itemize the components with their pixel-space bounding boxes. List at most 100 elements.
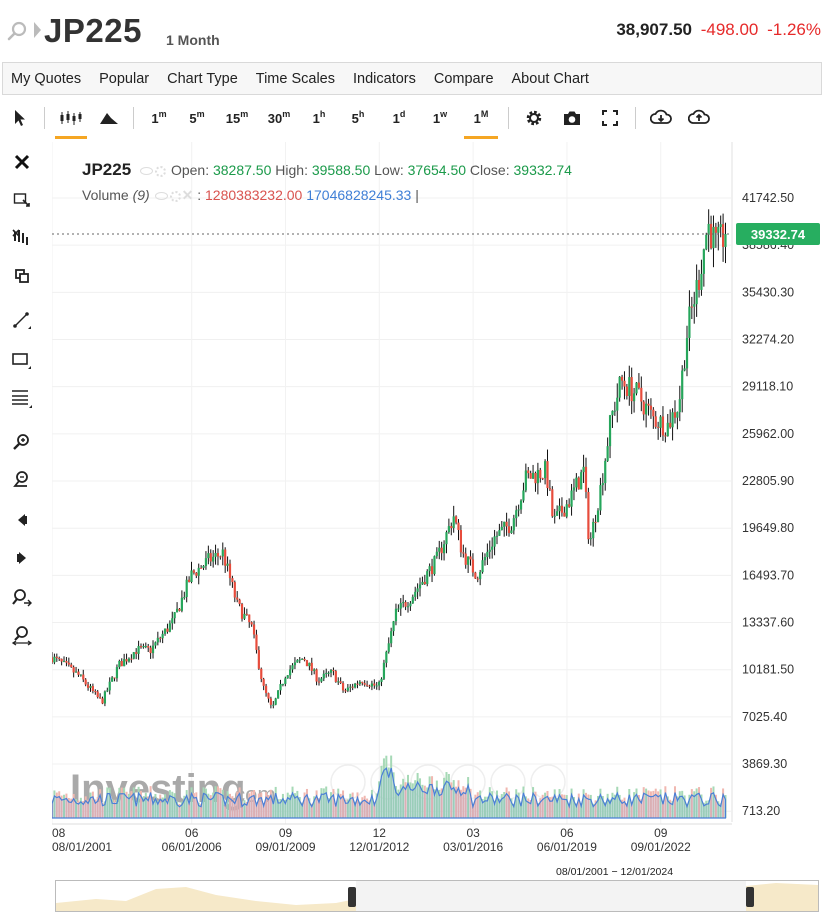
timescale-1w-button[interactable]: 1w <box>420 102 460 134</box>
search-icon[interactable] <box>6 20 28 42</box>
menu-my-quotes[interactable]: My Quotes <box>11 71 81 87</box>
candle-body <box>65 660 68 663</box>
menu-indicators[interactable]: Indicators <box>353 71 416 87</box>
menu-chart-type[interactable]: Chart Type <box>167 71 238 87</box>
eye-icon[interactable] <box>154 192 168 201</box>
candle-body <box>108 681 111 691</box>
candle-body <box>536 469 539 484</box>
candle-body <box>418 584 422 589</box>
navigator-left-handle[interactable] <box>348 887 356 907</box>
caret-right-icon[interactable] <box>34 22 41 38</box>
close-icon[interactable] <box>10 150 34 174</box>
candle-body <box>592 521 595 539</box>
candle-body <box>123 659 126 667</box>
candle-body <box>596 510 600 522</box>
candle-body <box>630 377 633 402</box>
timescale-30m-button[interactable]: 30 m <box>258 102 300 134</box>
candle-body <box>118 661 121 668</box>
candle-body <box>96 691 99 698</box>
candle-body <box>89 686 92 688</box>
fullscreen-icon[interactable] <box>591 102 629 134</box>
candle-body <box>344 690 347 692</box>
candle-body <box>190 570 193 582</box>
menu-about-chart[interactable]: About Chart <box>512 71 589 87</box>
settings-icon[interactable] <box>155 165 167 177</box>
candle-body <box>553 515 556 517</box>
zoom-reset-icon[interactable] <box>10 586 34 610</box>
candle-body <box>527 470 530 474</box>
candle-body <box>608 415 612 447</box>
price-chart[interactable]: Investing.com 41742.5038586.4035430.3032… <box>50 142 822 858</box>
gear-icon[interactable] <box>515 102 553 134</box>
scroll-left-icon[interactable] <box>10 508 34 532</box>
candle-body <box>317 681 321 683</box>
chart-area[interactable]: Investing.com 41742.5038586.4035430.3032… <box>50 142 822 858</box>
cloud-download-icon[interactable] <box>642 102 680 134</box>
candle-body <box>500 526 503 531</box>
delete-drawings-icon[interactable] <box>10 226 34 250</box>
candle-body <box>438 547 441 552</box>
camera-icon[interactable] <box>553 102 591 134</box>
candle-body <box>515 510 518 519</box>
zoom-in-icon[interactable] <box>10 430 34 454</box>
candle-body <box>721 224 725 247</box>
x-tick-date: 09/01/2022 <box>631 840 691 854</box>
navigator-right-handle[interactable] <box>746 887 754 907</box>
copy-layers-icon[interactable] <box>10 264 34 288</box>
candlestick-chart-icon[interactable] <box>51 102 91 139</box>
menu-time-scales[interactable]: Time Scales <box>256 71 335 87</box>
candle-body <box>289 669 292 676</box>
volume-param: (9) <box>132 187 150 203</box>
time-axis: 0808/01/20010606/01/20060909/01/20091212… <box>52 823 732 854</box>
x-tick-month: 06 <box>185 826 199 840</box>
candlestick-series <box>50 209 727 709</box>
cloud-upload-icon[interactable] <box>680 102 718 134</box>
candle-body <box>368 685 371 687</box>
timescale-1d-button[interactable]: 1d <box>378 102 420 134</box>
candle-body <box>137 646 140 654</box>
rectangle-tool-icon[interactable] <box>10 348 34 372</box>
candle-body <box>664 435 667 437</box>
timescale-1M-button[interactable]: 1M <box>460 102 502 139</box>
y-tick-label: 35430.30 <box>742 285 794 299</box>
candle-body <box>202 565 205 568</box>
candle-body <box>86 684 90 688</box>
candle-body <box>647 403 650 406</box>
settings-icon[interactable] <box>169 190 181 202</box>
candle-body <box>91 686 94 692</box>
timescale-1h-button[interactable]: 1h <box>300 102 338 134</box>
eye-icon[interactable] <box>140 167 154 176</box>
timescale-15m-button[interactable]: 15 m <box>216 102 258 134</box>
candle-body <box>197 567 200 576</box>
range-navigator[interactable] <box>55 880 819 912</box>
candle-body <box>132 652 135 659</box>
timescale-1m-button[interactable]: 1m <box>140 102 178 134</box>
cursor-icon[interactable] <box>2 102 38 134</box>
candle-body <box>260 668 263 680</box>
remove-icon[interactable]: ✕ <box>182 187 194 203</box>
scroll-right-icon[interactable] <box>10 546 34 570</box>
zoom-fit-icon[interactable] <box>10 624 34 648</box>
candle-body <box>507 526 511 534</box>
fibonacci-tool-icon[interactable] <box>10 386 34 410</box>
select-tool-icon[interactable] <box>10 188 34 212</box>
trend-line-tool-icon[interactable] <box>10 308 34 332</box>
candle-body <box>243 613 246 619</box>
menu-popular[interactable]: Popular <box>99 71 149 87</box>
candle-body <box>212 556 215 562</box>
x-tick-month: 03 <box>466 826 480 840</box>
x-tick-date: 08/01/2001 <box>52 840 112 854</box>
y-tick-label: 13337.60 <box>742 616 794 630</box>
menu-compare[interactable]: Compare <box>434 71 494 87</box>
timescale-5m-button[interactable]: 5m <box>178 102 216 134</box>
timescale-5h-button[interactable]: 5h <box>338 102 378 134</box>
period-label: 1 Month <box>166 32 220 48</box>
candle-body <box>625 386 628 396</box>
candle-body <box>106 690 109 692</box>
candle-body <box>125 659 128 662</box>
zoom-out-icon[interactable] <box>10 468 34 492</box>
candle-body <box>262 679 265 686</box>
candle-body <box>632 393 636 402</box>
candle-body <box>510 530 513 534</box>
area-chart-icon[interactable] <box>91 102 127 134</box>
